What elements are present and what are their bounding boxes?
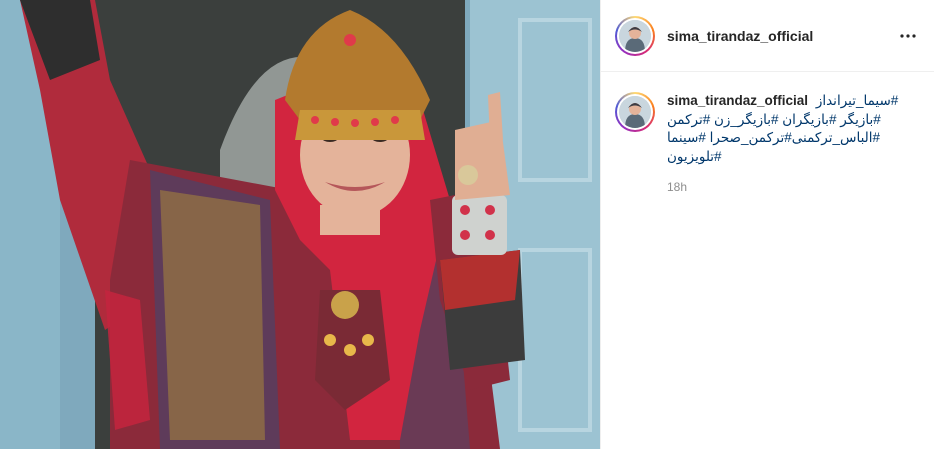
avatar[interactable] bbox=[615, 15, 655, 56]
caption-avatar-image bbox=[619, 96, 651, 128]
more-horizontal-icon[interactable] bbox=[896, 24, 920, 48]
post-photo bbox=[0, 0, 600, 449]
caption-text: sima_tirandaz_official #سیما_تیرانداز #ب… bbox=[667, 92, 919, 166]
caption-username[interactable]: sima_tirandaz_official bbox=[667, 93, 808, 108]
post-header: sima_tirandaz_official bbox=[601, 0, 934, 72]
caption-body: sima_tirandaz_official #سیما_تیرانداز #ب… bbox=[667, 92, 919, 194]
avatar-image bbox=[619, 19, 651, 52]
caption: sima_tirandaz_official #سیما_تیرانداز #ب… bbox=[601, 72, 934, 194]
caption-avatar[interactable] bbox=[615, 92, 655, 132]
header-username[interactable]: sima_tirandaz_official bbox=[667, 28, 813, 44]
post-time[interactable]: 18h bbox=[667, 180, 919, 194]
post-image[interactable] bbox=[0, 0, 600, 449]
post-side-panel: sima_tirandaz_official sima_tirandaz_off… bbox=[600, 0, 934, 449]
instagram-post: sima_tirandaz_official sima_tirandaz_off… bbox=[0, 0, 934, 449]
